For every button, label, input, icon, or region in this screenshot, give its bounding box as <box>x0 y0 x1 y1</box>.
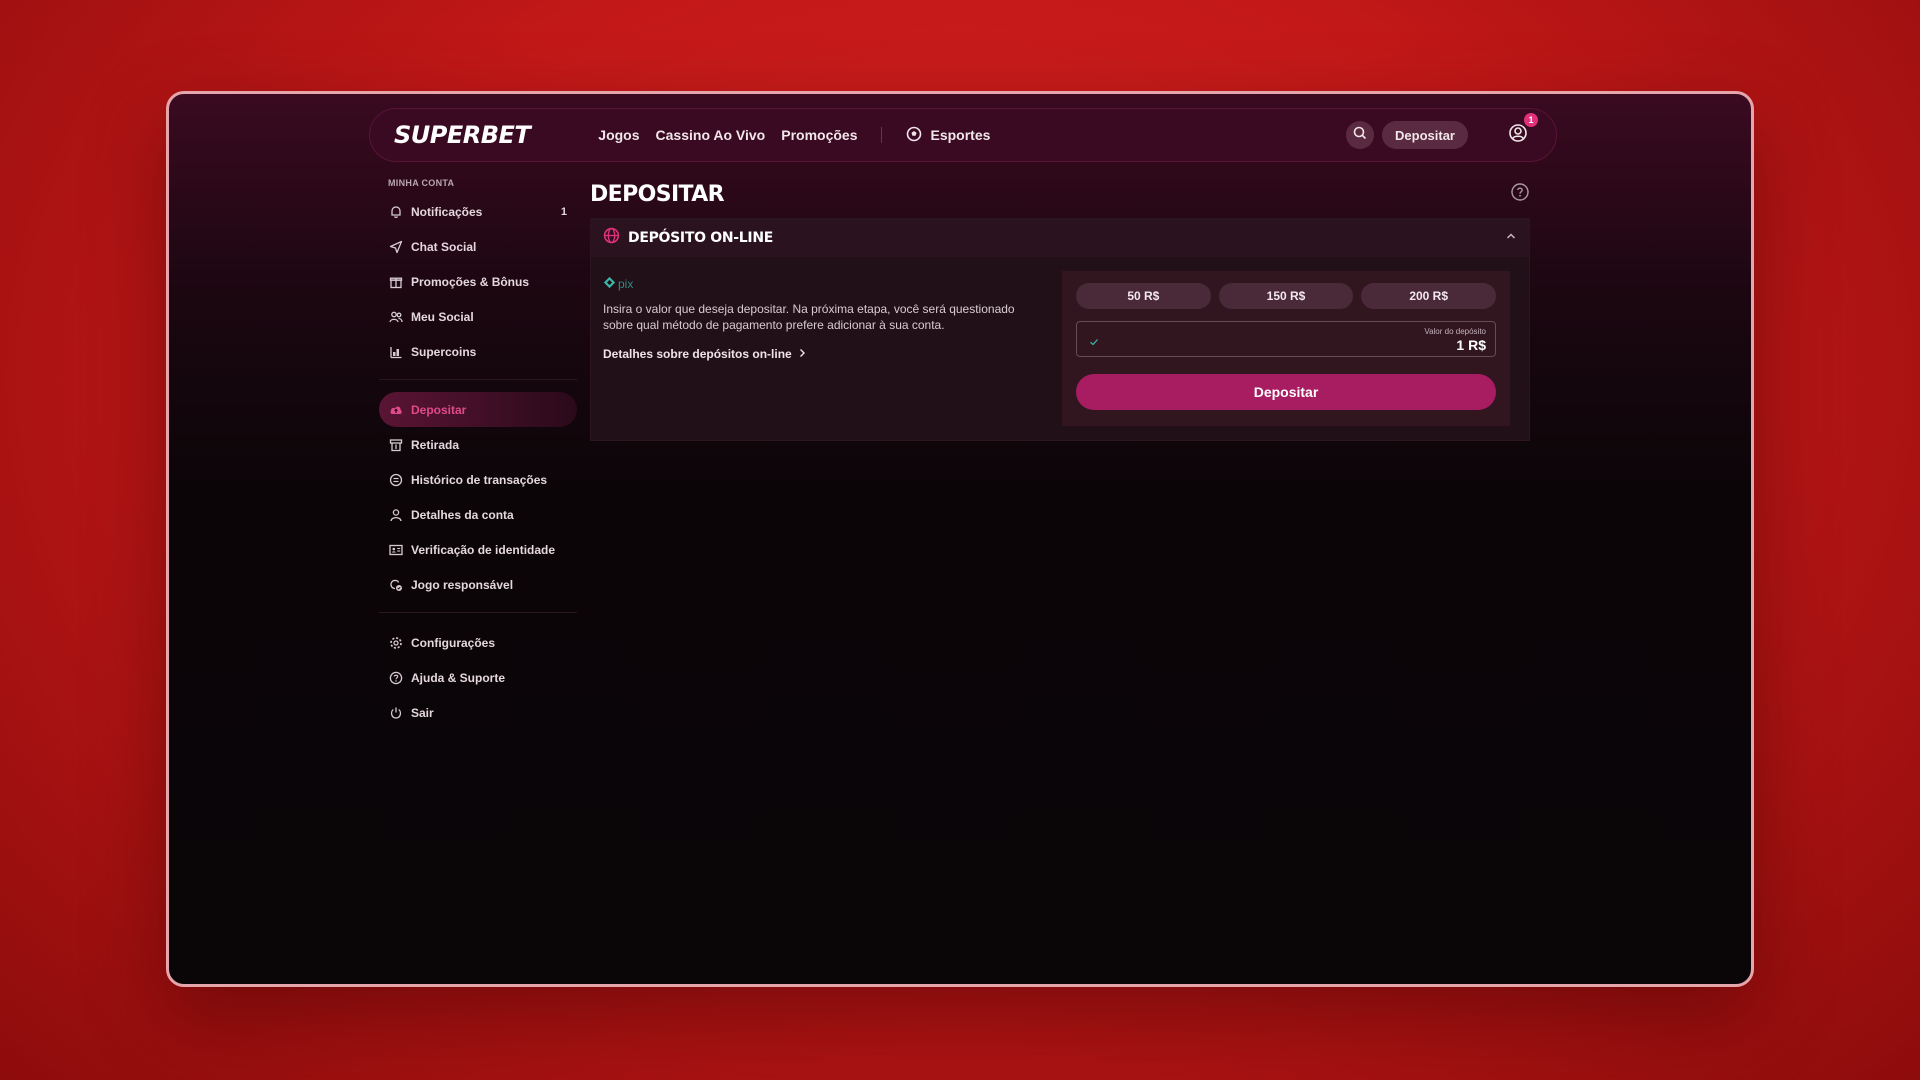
sidebar-item-configuracoes[interactable]: Configurações <box>379 625 577 660</box>
sidebar-item-label: Detalhes da conta <box>411 507 514 522</box>
online-deposit-details-link[interactable]: Detalhes sobre depósitos on-line <box>603 347 806 361</box>
sidebar-item-jogo-responsavel[interactable]: Jogo responsável <box>379 567 577 602</box>
sidebar-item-label: Histórico de transações <box>411 472 548 487</box>
soccer-ball-icon <box>906 126 922 145</box>
sidebar-item-historico[interactable]: Histórico de transações <box>379 462 577 497</box>
pix-label: pix <box>618 277 634 291</box>
help-circle-icon[interactable] <box>1510 182 1530 207</box>
nav-esportes[interactable]: Esportes <box>906 126 990 145</box>
account-sidebar: MINHA CONTA Notificações 1 Chat Social P… <box>379 178 577 730</box>
panel-header[interactable]: DEPÓSITO ON-LINE <box>591 219 1529 257</box>
sidebar-item-verificacao[interactable]: Verificação de identidade <box>379 532 577 567</box>
gift-icon <box>388 274 404 290</box>
notification-count: 1 <box>560 205 567 218</box>
nav-esportes-label: Esportes <box>930 127 991 143</box>
nav-cassino-ao-vivo[interactable]: Cassino Ao Vivo <box>656 127 766 143</box>
history-icon <box>388 472 404 488</box>
deposit-amount-field[interactable]: Valor do depósito 1 R$ <box>1076 321 1496 357</box>
sidebar-item-label: Depositar <box>411 402 467 417</box>
sidebar-item-meu-social[interactable]: Meu Social <box>379 299 577 334</box>
sidebar-item-label: Configurações <box>411 635 496 650</box>
account-button[interactable]: 1 <box>1504 113 1538 149</box>
gear-icon <box>388 635 404 651</box>
search-icon <box>1353 126 1367 145</box>
sidebar-item-chat-social[interactable]: Chat Social <box>379 229 577 264</box>
sidebar-item-promocoes-bonus[interactable]: Promoções & Bônus <box>379 264 577 299</box>
shield-icon <box>388 577 404 593</box>
sidebar-item-label: Chat Social <box>411 239 477 254</box>
online-deposit-panel: DEPÓSITO ON-LINE pix Insira o valor que … <box>590 218 1530 441</box>
sidebar-divider <box>379 612 577 613</box>
pix-icon <box>603 276 616 292</box>
superbet-logo[interactable]: SUPERBET <box>394 121 531 149</box>
nav-jogos[interactable]: Jogos <box>598 127 639 143</box>
deposit-amount-label: Valor do depósito <box>1424 327 1486 336</box>
quick-amount-150[interactable]: 150 R$ <box>1218 283 1354 309</box>
sidebar-item-label: Meu Social <box>411 309 474 324</box>
sidebar-item-ajuda-suporte[interactable]: Ajuda & Suporte <box>379 660 577 695</box>
sidebar-item-depositar[interactable]: Depositar <box>379 392 577 427</box>
deposit-form: 50 R$ 150 R$ 200 R$ Valor do depósito 1 … <box>1062 271 1510 426</box>
sidebar-item-supercoins[interactable]: Supercoins <box>379 334 577 369</box>
notification-badge: 1 <box>1524 113 1538 127</box>
quick-amount-50[interactable]: 50 R$ <box>1076 283 1211 309</box>
deposit-submit-button[interactable]: Depositar <box>1076 374 1496 410</box>
deposit-info: pix Insira o valor que deseja depositar.… <box>603 271 1065 426</box>
sidebar-item-detalhes-conta[interactable]: Detalhes da conta <box>379 497 577 532</box>
sidebar-item-label: Ajuda & Suporte <box>411 670 506 685</box>
user-icon <box>388 507 404 523</box>
quick-amount-200[interactable]: 200 R$ <box>1361 283 1497 309</box>
globe-icon <box>603 227 620 249</box>
chevron-right-icon <box>798 347 806 361</box>
header-deposit-button[interactable]: Depositar <box>1382 121 1468 149</box>
main-nav: Jogos Cassino Ao Vivo Promoções Esportes <box>598 126 990 145</box>
sidebar-divider <box>379 379 577 380</box>
page-title: DEPOSITAR <box>590 181 725 207</box>
sidebar-item-sair[interactable]: Sair <box>379 695 577 730</box>
sidebar-item-label: Promoções & Bônus <box>411 274 530 289</box>
nav-separator <box>881 127 883 143</box>
sidebar-item-retirada[interactable]: Retirada <box>379 427 577 462</box>
deposit-description: Insira o valor que deseja depositar. Na … <box>603 302 1015 332</box>
users-icon <box>388 309 404 325</box>
top-navigation: SUPERBET Jogos Cassino Ao Vivo Promoções… <box>369 108 1557 162</box>
nav-promocoes[interactable]: Promoções <box>781 127 857 143</box>
help-icon <box>388 670 404 686</box>
send-icon <box>388 239 404 255</box>
bell-icon <box>388 204 404 220</box>
user-circle-icon <box>1508 123 1528 148</box>
wallet-icon <box>388 437 404 453</box>
power-icon <box>388 705 404 721</box>
supercoins-icon <box>388 344 404 360</box>
id-card-icon <box>388 542 404 558</box>
pix-logo: pix <box>603 276 1065 292</box>
sidebar-section-title: MINHA CONTA <box>388 178 455 188</box>
search-button[interactable] <box>1346 121 1375 149</box>
cloud-upload-icon <box>388 402 404 418</box>
quick-amounts: 50 R$ 150 R$ 200 R$ <box>1076 283 1497 309</box>
deposit-amount-value: 1 R$ <box>1456 337 1486 353</box>
details-link-label: Detalhes sobre depósitos on-line <box>603 347 792 361</box>
sidebar-item-label: Supercoins <box>411 344 477 359</box>
sidebar-item-label: Sair <box>411 705 434 720</box>
sidebar-item-notificacoes[interactable]: Notificações 1 <box>379 194 577 229</box>
sidebar-item-label: Verificação de identidade <box>411 542 556 557</box>
sidebar-item-label: Jogo responsável <box>411 577 514 592</box>
main-content: DEPOSITAR DEPÓSITO ON-LINE pix Insira o … <box>590 178 1530 441</box>
panel-title: DEPÓSITO ON-LINE <box>628 230 774 246</box>
check-icon <box>1089 334 1099 352</box>
sidebar-item-label: Notificações <box>411 204 483 219</box>
sidebar-item-label: Retirada <box>411 437 460 452</box>
chevron-up-icon[interactable] <box>1505 229 1517 247</box>
browser-window: SUPERBET Jogos Cassino Ao Vivo Promoções… <box>166 91 1754 987</box>
